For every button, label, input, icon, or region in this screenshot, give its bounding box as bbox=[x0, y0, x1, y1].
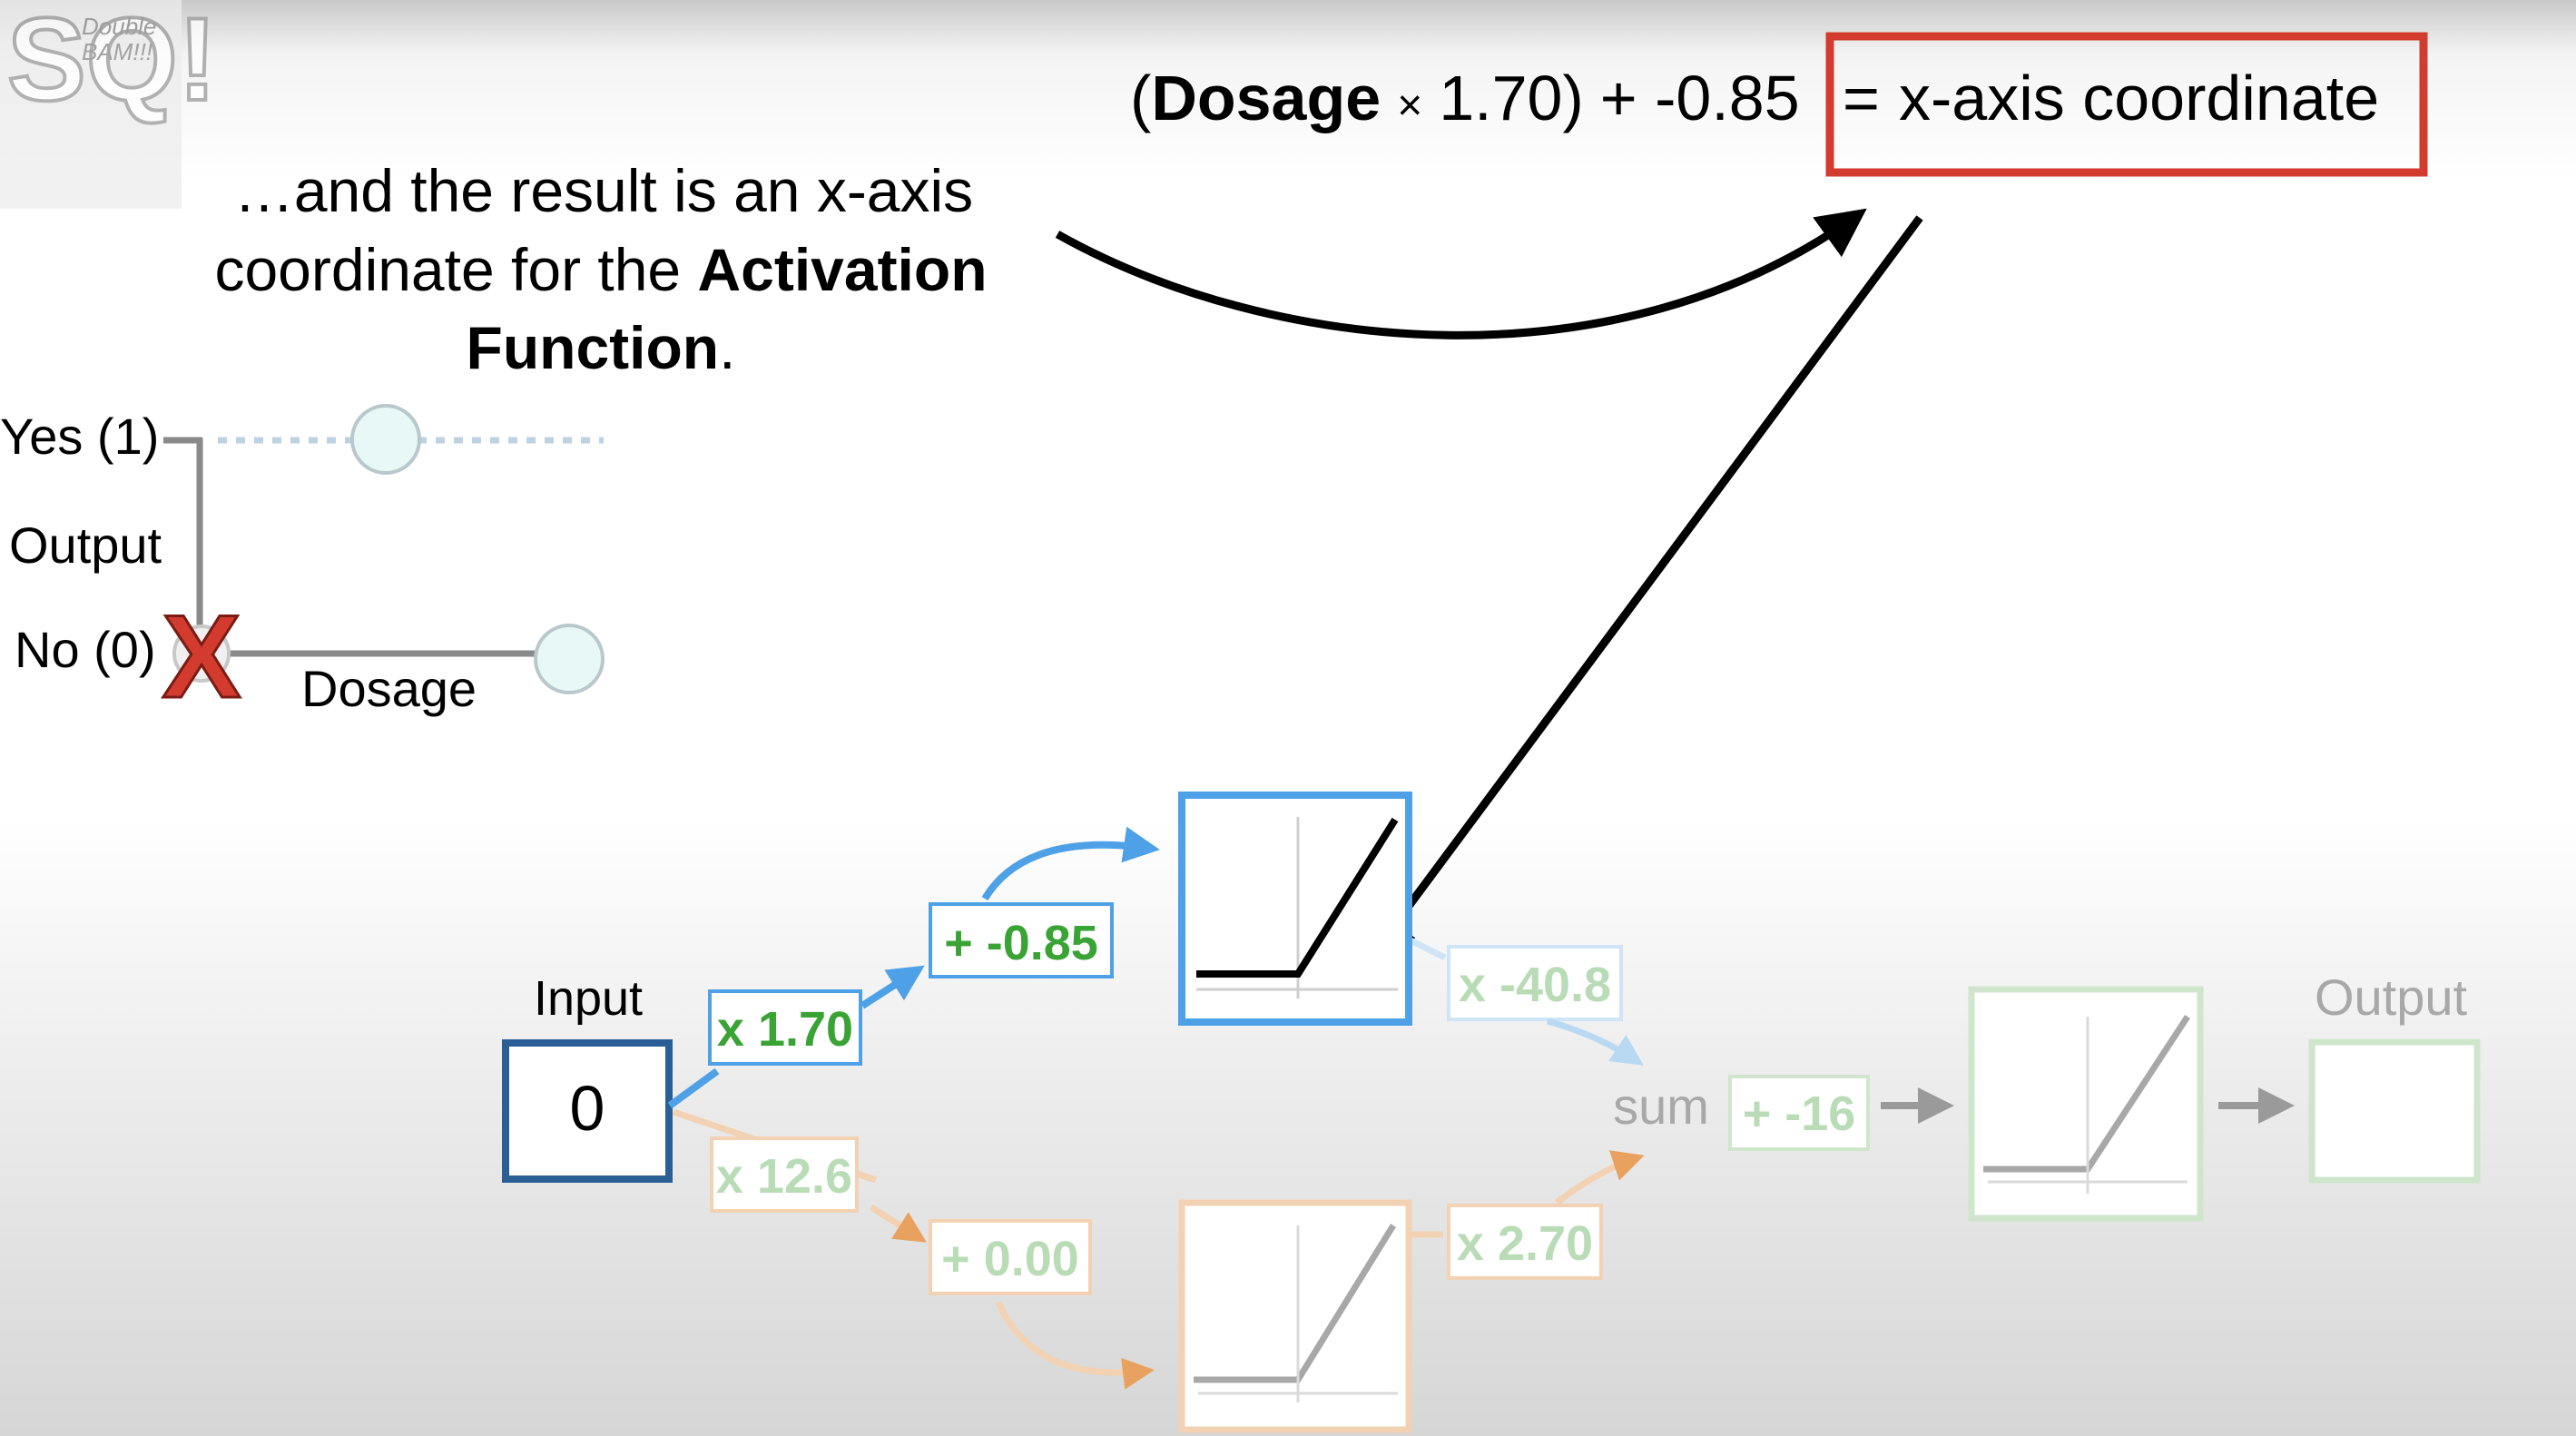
top-bias: + -0.85 bbox=[944, 916, 1098, 970]
output-value-box bbox=[2308, 1038, 2481, 1184]
faded-network: x 12.6 + 0.00 x 2.70 x -40.8 sum + -16 O… bbox=[672, 936, 2481, 1433]
caption-line2-plain: coordinate for the bbox=[214, 236, 697, 303]
equation-bias: + -0.85 bbox=[1600, 63, 1800, 133]
top-bias-arrow bbox=[981, 826, 1160, 901]
equation-equals: = bbox=[1843, 63, 1880, 133]
bottom-bias-arrow bbox=[995, 1301, 1155, 1390]
yes-label: Yes (1) bbox=[0, 408, 159, 465]
equation: (Dosage × 1.70) + -0.85 = x-axis coordinate bbox=[1130, 32, 2428, 177]
caption-line3-bold: Function bbox=[467, 314, 720, 381]
active-network-path: Input 0 x 1.70 + -0.85 bbox=[502, 792, 1412, 1183]
caption-line2-bold: Activation bbox=[697, 236, 987, 303]
final-bias: + -16 bbox=[1743, 1087, 1856, 1141]
arrow-to-activation-function bbox=[1366, 215, 1923, 963]
input-title: Input bbox=[534, 971, 643, 1026]
no-label: No (0) bbox=[15, 621, 156, 678]
bottom-bias: + 0.00 bbox=[941, 1232, 1079, 1286]
dosage-axis-label: Dosage bbox=[301, 660, 477, 717]
equation-times: × bbox=[1397, 82, 1422, 130]
equation-text: (Dosage × 1.70) + -0.85 bbox=[1130, 63, 1800, 133]
bottom-activation-box bbox=[1178, 1199, 1412, 1433]
bottom-weight-arrow bbox=[870, 1205, 927, 1243]
curved-arrow-to-result bbox=[1055, 208, 1867, 339]
equation-term: Dosage bbox=[1151, 63, 1381, 133]
top-weight: x 1.70 bbox=[717, 1002, 853, 1057]
bottom-out-weight: x 2.70 bbox=[1457, 1216, 1593, 1271]
caption-line3-end: . bbox=[719, 314, 735, 381]
x-marker: X bbox=[162, 590, 241, 723]
equation-result: x-axis coordinate bbox=[1899, 63, 2379, 133]
top-weight-arrow bbox=[860, 965, 925, 1009]
dosage-data-point bbox=[534, 624, 605, 694]
equation-open-paren: ( bbox=[1130, 63, 1151, 133]
output-axis-label: Output bbox=[9, 516, 162, 574]
diagram-canvas: SQ! Double BAM!!! (Dosage × 1.70) + -0.85 =… bbox=[0, 0, 2481, 1433]
caption-line2: coordinate for the Activation bbox=[214, 236, 987, 303]
bottom-to-sum-arrow bbox=[1554, 1150, 1645, 1205]
top-to-sum-arrow bbox=[1547, 1018, 1644, 1066]
caption: …and the result is an x-axis coordinate … bbox=[214, 157, 987, 381]
top-out-weight: x -40.8 bbox=[1459, 958, 1611, 1012]
logo-text-line1: Double bbox=[82, 13, 156, 40]
sum-label: sum bbox=[1613, 1077, 1709, 1135]
equation-weight: 1.70) bbox=[1439, 63, 1584, 133]
output-title: Output bbox=[2315, 969, 2468, 1026]
caption-line1: …and the result is an x-axis bbox=[234, 157, 973, 224]
yes-data-point bbox=[350, 404, 421, 475]
bottom-weight: x 12.6 bbox=[716, 1149, 852, 1204]
statquest-logo: SQ! Double BAM!!! bbox=[0, 0, 219, 209]
top-activation-out-connection bbox=[1407, 936, 1447, 961]
input-to-weight-connection bbox=[667, 1067, 720, 1109]
final-activation-box bbox=[1968, 986, 2204, 1222]
logo-text-line2: BAM!!! bbox=[82, 38, 152, 65]
caption-line3: Function. bbox=[467, 314, 736, 381]
mini-output-graph: Yes (1) Output No (0) X Dosage bbox=[0, 404, 605, 724]
input-value: 0 bbox=[570, 1073, 605, 1144]
